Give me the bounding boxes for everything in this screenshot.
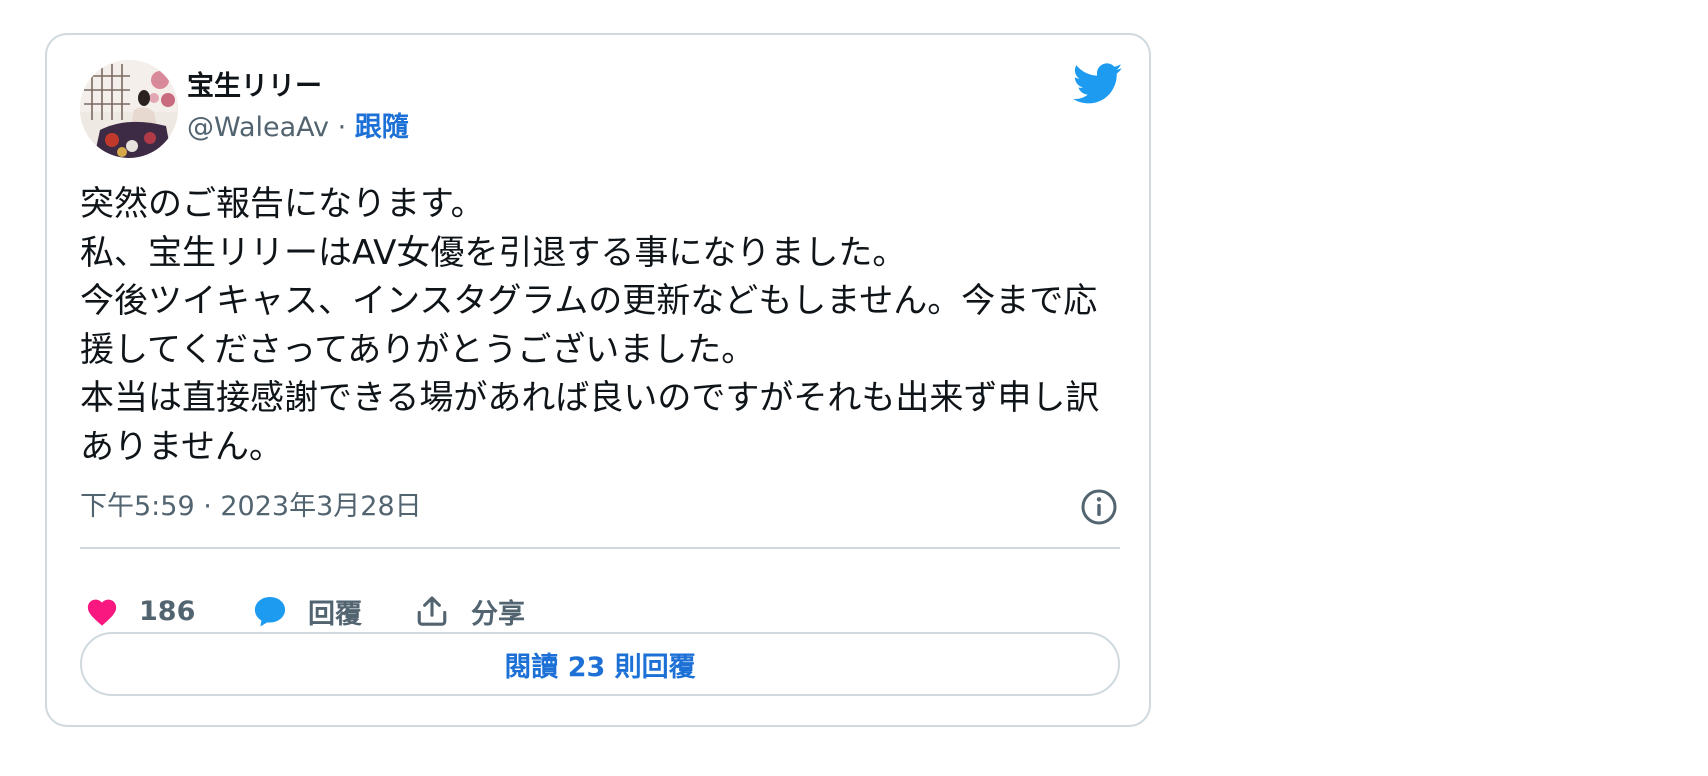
speech-bubble-icon — [254, 596, 286, 627]
tweet-timestamp[interactable]: 下午5:59 · 2023年3月28日 — [80, 490, 422, 524]
heart-icon — [87, 599, 117, 626]
handle-row: @WaleaAv · 跟隨 — [187, 111, 409, 145]
tweet-embed-card: 宝生リリー @WaleaAv · 跟隨 突然のご報告になります。 私、宝生リリー… — [45, 33, 1151, 727]
handle[interactable]: @WaleaAv — [187, 112, 329, 143]
follow-link[interactable]: 跟隨 — [355, 112, 409, 143]
twitter-bird-icon[interactable] — [1072, 63, 1123, 105]
reply-button[interactable]: 回覆 — [252, 591, 362, 631]
share-upload-icon — [417, 596, 447, 626]
info-icon[interactable] — [1080, 488, 1118, 526]
handle-separator: · — [329, 112, 355, 143]
like-count: 186 — [139, 595, 196, 627]
divider — [80, 547, 1120, 549]
read-replies-button[interactable]: 閱讀 23 則回覆 — [80, 632, 1120, 696]
reply-label: 回覆 — [308, 598, 362, 630]
tweet-text: 突然のご報告になります。 私、宝生リリーはAV女優を引退する事になりました。 今… — [80, 184, 1100, 467]
avatar[interactable] — [80, 60, 178, 158]
like-button[interactable]: 186 — [85, 591, 195, 631]
share-button[interactable]: 分享 — [415, 591, 525, 631]
share-label: 分享 — [471, 598, 525, 630]
display-name[interactable]: 宝生リリー — [187, 70, 322, 104]
